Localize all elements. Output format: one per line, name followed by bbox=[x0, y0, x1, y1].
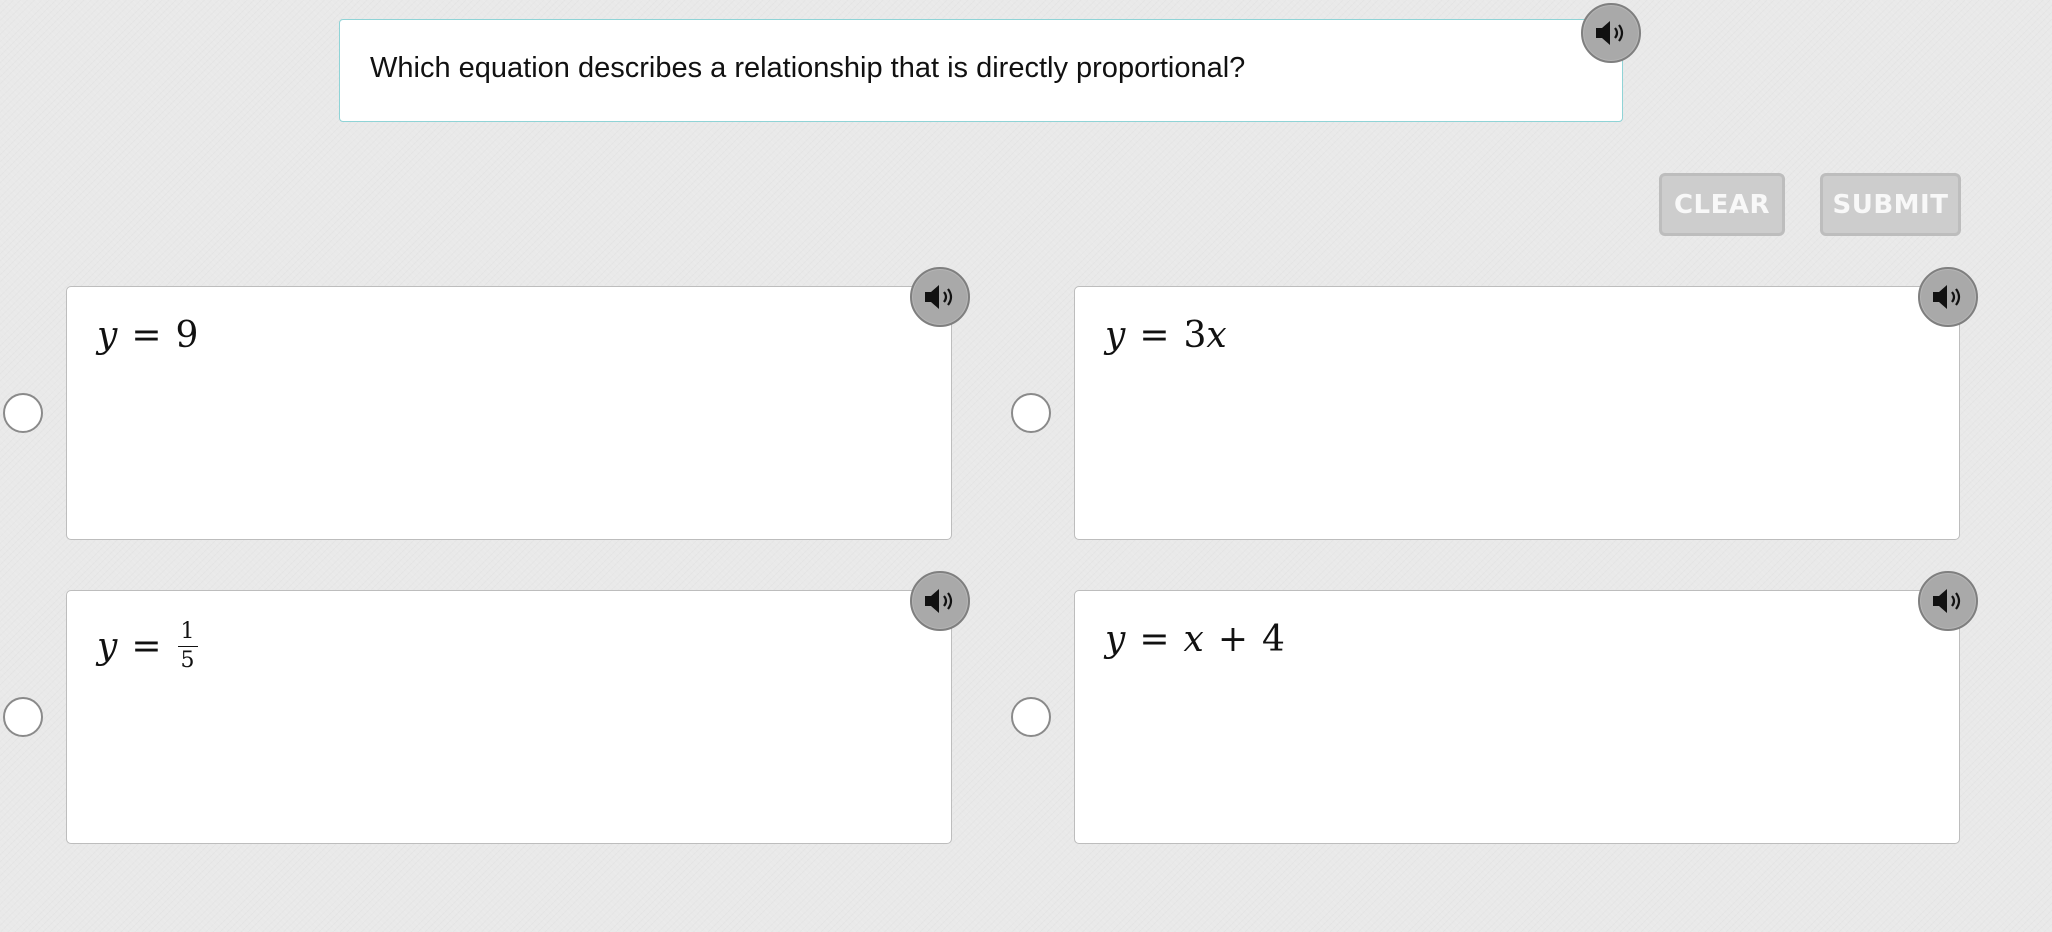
option-4-card[interactable]: y = x + 4 bbox=[1074, 590, 1960, 844]
speaker-icon bbox=[1596, 21, 1624, 45]
option-1-radio[interactable] bbox=[3, 393, 43, 433]
option-3-audio-button[interactable] bbox=[910, 571, 970, 631]
option-3-radio[interactable] bbox=[3, 697, 43, 737]
speaker-icon bbox=[1933, 589, 1961, 613]
clear-button[interactable]: CLEAR bbox=[1659, 173, 1785, 236]
option-4-radio[interactable] bbox=[1011, 697, 1051, 737]
option-2-card[interactable]: y = 3x bbox=[1074, 286, 1960, 540]
option-2-equation: y = 3x bbox=[1105, 315, 1227, 356]
speaker-icon bbox=[925, 285, 953, 309]
option-3-equation: y = 1 5 bbox=[97, 621, 198, 672]
submit-button[interactable]: SUBMIT bbox=[1820, 173, 1961, 236]
option-2-audio-button[interactable] bbox=[1918, 267, 1978, 327]
option-4-audio-button[interactable] bbox=[1918, 571, 1978, 631]
question-audio-button[interactable] bbox=[1581, 3, 1641, 63]
option-1-equation: y = 9 bbox=[97, 315, 199, 356]
question-text: Which equation describes a relationship … bbox=[370, 52, 1246, 84]
question-box: Which equation describes a relationship … bbox=[339, 19, 1623, 122]
fraction: 1 5 bbox=[177, 621, 198, 672]
option-1-card[interactable]: y = 9 bbox=[66, 286, 952, 540]
speaker-icon bbox=[925, 589, 953, 613]
speaker-icon bbox=[1933, 285, 1961, 309]
option-2-radio[interactable] bbox=[1011, 393, 1051, 433]
option-1-audio-button[interactable] bbox=[910, 267, 970, 327]
option-4-equation: y = x + 4 bbox=[1105, 619, 1285, 660]
option-3-card[interactable]: y = 1 5 bbox=[66, 590, 952, 844]
